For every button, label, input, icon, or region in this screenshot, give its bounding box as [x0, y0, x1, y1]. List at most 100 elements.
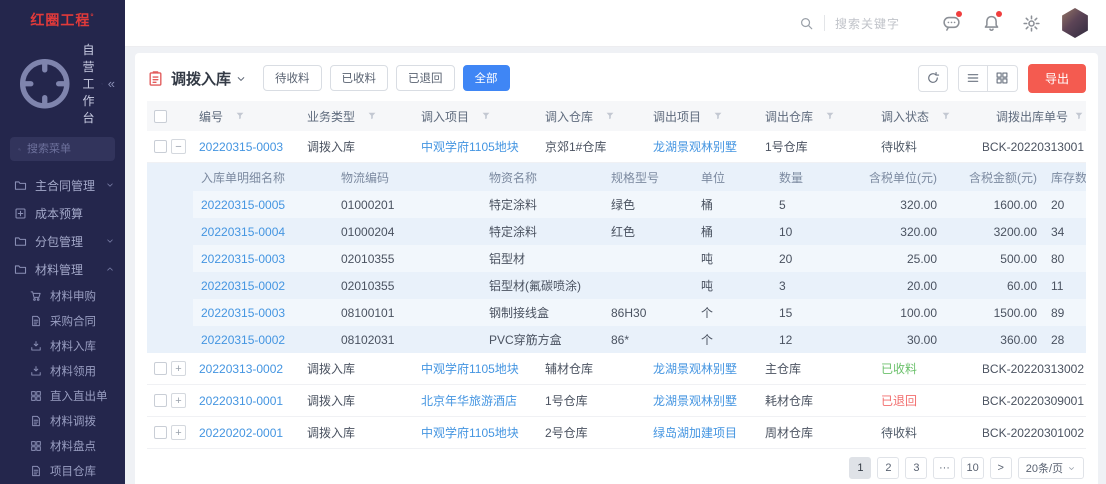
row-out-project-link[interactable]: 绿岛湖加建项目	[653, 424, 737, 441]
pagination-page[interactable]: 2	[877, 457, 899, 479]
pagination-page[interactable]: 1	[849, 457, 871, 479]
sidebar-item[interactable]: 分包管理	[0, 227, 125, 255]
row-out-project-link[interactable]: 龙湖景观林别墅	[653, 360, 737, 377]
row-out-project-link[interactable]: 龙湖景观林别墅	[653, 138, 737, 155]
filter-pill[interactable]: 已收料	[330, 65, 389, 91]
filter-funnel-icon[interactable]	[367, 111, 377, 121]
notification-badge	[996, 11, 1002, 17]
sidebar-subitem[interactable]: 直入直出单	[0, 383, 125, 408]
cart-icon	[30, 290, 42, 302]
export-button[interactable]: 导出	[1028, 64, 1086, 93]
row-expand-toggle[interactable]: +	[171, 393, 186, 408]
pagination-next[interactable]: >	[990, 457, 1012, 479]
chevron-down-icon	[1067, 464, 1076, 473]
main-area: 搜索关键字 调拨入库 待收料已	[125, 0, 1106, 484]
column-header[interactable]: 调出项目	[647, 108, 759, 125]
column-header[interactable]: 调出仓库	[759, 108, 875, 125]
subtable-column-header: 数量	[771, 169, 833, 186]
row-expand-toggle[interactable]: +	[171, 361, 186, 376]
page-size-select[interactable]: 20条/页	[1018, 457, 1084, 479]
subtable-cell: 11	[1043, 279, 1086, 293]
column-header[interactable]: 业务类型	[301, 108, 415, 125]
sidebar-item[interactable]: 材料管理	[0, 255, 125, 283]
sidebar-subitem[interactable]: 材料调拨	[0, 408, 125, 433]
row-checkbox[interactable]	[154, 140, 167, 153]
collapse-sidebar-button[interactable]: «	[108, 76, 115, 91]
subtable-column-header: 物资名称	[481, 169, 603, 186]
grid-view-button[interactable]	[988, 65, 1018, 92]
subrow-id-link[interactable]: 20220315-0004	[193, 225, 333, 239]
gear-icon	[1022, 14, 1041, 33]
search-icon	[18, 144, 21, 155]
settings-button[interactable]	[1020, 12, 1042, 34]
sidebar-subitem[interactable]: 项目仓库	[0, 458, 125, 483]
folder-icon	[14, 263, 27, 276]
filter-funnel-icon[interactable]	[941, 111, 951, 121]
sidebar-item[interactable]: 成本预算	[0, 199, 125, 227]
select-all-checkbox[interactable]	[154, 110, 167, 123]
subtable-cell: 个	[693, 304, 771, 321]
subrow-id-link[interactable]: 20220315-0005	[193, 198, 333, 212]
row-out-project-link[interactable]: 龙湖景观林别墅	[653, 392, 737, 409]
row-in-project-link[interactable]: 北京年华旅游酒店	[421, 392, 517, 409]
subtable-cell: 绿色	[603, 196, 693, 213]
messages-button[interactable]	[940, 12, 962, 34]
filter-funnel-icon[interactable]	[605, 111, 615, 121]
row-in-project-link[interactable]: 中观学府1105地块	[421, 138, 519, 155]
sidebar-subitem[interactable]: 材料入库	[0, 333, 125, 358]
row-id-link[interactable]: 20220202-0001	[199, 426, 283, 440]
column-header[interactable]: 调入项目	[415, 108, 539, 125]
menu-search-input[interactable]	[27, 143, 107, 155]
subrow-id-link[interactable]: 20220315-0003	[193, 252, 333, 266]
title-dropdown-caret[interactable]	[235, 73, 247, 85]
filter-funnel-icon[interactable]	[713, 111, 723, 121]
sidebar: 红圈工程° 自营工作台 « 主合同管理 成本预算 分包管理 材料管理 材料申购	[0, 0, 125, 484]
avatar[interactable]	[1060, 8, 1090, 38]
row-checkbox[interactable]	[154, 426, 167, 439]
sidebar-item[interactable]: 主合同管理	[0, 171, 125, 199]
list-view-button[interactable]	[958, 65, 988, 92]
pagination-page[interactable]: 10	[961, 457, 983, 479]
global-search[interactable]: 搜索关键字	[799, 15, 900, 32]
filter-pill[interactable]: 全部	[463, 65, 510, 91]
row-in-project-link[interactable]: 中观学府1105地块	[421, 360, 519, 377]
pagination-ellipsis[interactable]: ···	[933, 457, 955, 479]
filter-funnel-icon[interactable]	[481, 111, 491, 121]
column-header[interactable]: 编号	[193, 108, 301, 125]
menu-search[interactable]	[10, 137, 115, 161]
filter-pill[interactable]: 已退回	[396, 65, 455, 91]
sidebar-subitem[interactable]: 采购合同	[0, 308, 125, 333]
row-id-link[interactable]: 20220315-0003	[199, 140, 283, 154]
filter-pill[interactable]: 待收料	[263, 65, 322, 91]
column-header[interactable]: 调入状态	[875, 108, 983, 125]
filter-funnel-icon[interactable]	[825, 111, 835, 121]
sidebar-subitem[interactable]: 材料领用	[0, 358, 125, 383]
subtable-column-header: 含税单位(元)	[833, 169, 951, 186]
filter-funnel-icon[interactable]	[1074, 111, 1084, 121]
subrow-id-link[interactable]: 20220315-0002	[193, 279, 333, 293]
subtable-cell: 01000201	[333, 198, 481, 212]
filter-funnel-icon[interactable]	[235, 111, 245, 121]
message-badge	[956, 11, 962, 17]
subrow-id-link[interactable]: 20220315-0002	[193, 333, 333, 347]
subtable-cell: 桶	[693, 223, 771, 240]
row-checkbox[interactable]	[154, 394, 167, 407]
pagination-page[interactable]: 3	[905, 457, 927, 479]
subrow-id-link[interactable]: 20220315-0003	[193, 306, 333, 320]
row-id-link[interactable]: 20220310-0001	[199, 394, 283, 408]
row-in-project-link[interactable]: 中观学府1105地块	[421, 424, 519, 441]
table-row: − 20220315-0003 调拨入库 中观学府1105地块 京郊1#仓库 龙…	[147, 131, 1086, 163]
sidebar-subitem[interactable]: 材料申购	[0, 283, 125, 308]
row-checkbox[interactable]	[154, 362, 167, 375]
row-id-link[interactable]: 20220313-0002	[199, 362, 283, 376]
table-row: + 20220202-0001 调拨入库 中观学府1105地块 2号仓库 绿岛湖…	[147, 417, 1086, 449]
column-header[interactable]: 调拨出库单号	[983, 108, 1086, 125]
row-expand-toggle[interactable]: +	[171, 425, 186, 440]
column-header[interactable]: 调入仓库	[539, 108, 647, 125]
row-expand-toggle[interactable]: −	[171, 139, 186, 154]
notifications-button[interactable]	[980, 12, 1002, 34]
workspace-switcher[interactable]: 自营工作台 «	[0, 34, 125, 131]
sidebar-subitem[interactable]: 材料盘点	[0, 433, 125, 458]
refresh-button[interactable]	[918, 65, 948, 92]
subtable-cell: 3	[771, 279, 833, 293]
